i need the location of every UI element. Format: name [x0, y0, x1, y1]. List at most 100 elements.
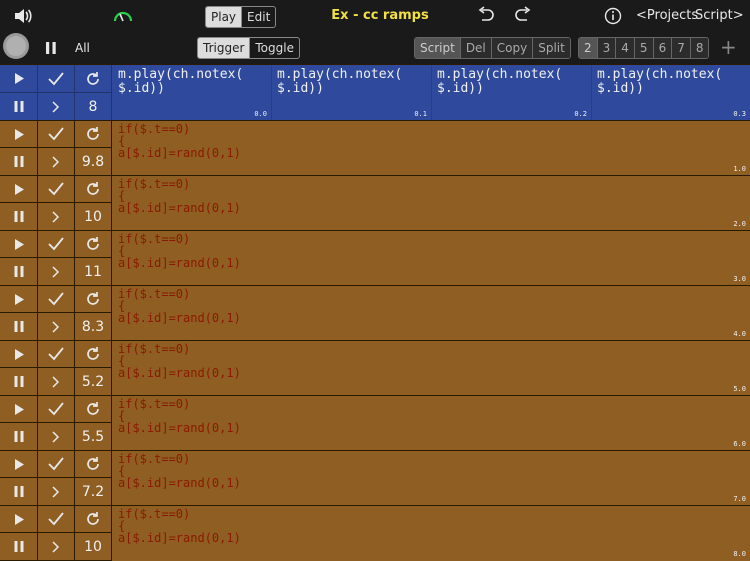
row-value: 7.0 [733, 495, 746, 503]
play-button[interactable] [0, 451, 38, 478]
row-code-cell[interactable]: if($.t==0) { a[$.id]=rand(0,1) 1.0 [112, 121, 750, 176]
trigger-button[interactable]: Trigger [198, 38, 251, 58]
speaker-icon[interactable] [13, 7, 33, 29]
info-icon[interactable] [604, 7, 622, 29]
play-button[interactable] [0, 286, 38, 313]
pause-button[interactable] [0, 368, 38, 396]
undo-icon[interactable] [477, 6, 495, 28]
script-button[interactable]: Script [415, 38, 461, 58]
toggle-button[interactable]: Toggle [250, 38, 299, 58]
row-number: 5.5 [75, 423, 112, 451]
split-button[interactable]: Split [533, 38, 570, 58]
loop-button[interactable] [75, 231, 112, 258]
page-7[interactable]: 7 [672, 38, 691, 58]
script-link[interactable]: Script> [695, 8, 744, 23]
all-label[interactable]: All [75, 41, 90, 55]
header-column-4[interactable]: m.play(ch.notex( $.id)) 0.3 [591, 65, 750, 121]
pause-button[interactable] [0, 203, 38, 231]
play-edit-toggle: Play Edit [205, 6, 277, 28]
play-icon [14, 293, 24, 305]
edit-button[interactable]: Edit [242, 7, 275, 27]
loop-button[interactable] [75, 176, 112, 203]
loop-button[interactable] [75, 506, 112, 533]
row-number: 8.3 [75, 313, 112, 341]
enable-checkbox[interactable] [38, 121, 75, 148]
enable-checkbox[interactable] [38, 506, 75, 533]
header-column-2[interactable]: m.play(ch.notex( $.id)) 0.1 [271, 65, 432, 121]
refresh-icon [87, 512, 99, 525]
gauge-icon[interactable] [113, 8, 133, 27]
header-column-value: 0.3 [733, 110, 746, 118]
row-code-cell[interactable]: if($.t==0) { a[$.id]=rand(0,1) 6.0 [112, 396, 750, 451]
row-code-cell[interactable]: if($.t==0) { a[$.id]=rand(0,1) 7.0 [112, 451, 750, 506]
play-button[interactable] [0, 396, 38, 423]
row-code: if($.t==0) { a[$.id]=rand(0,1) [118, 288, 241, 325]
header-column-1[interactable]: m.play(ch.notex( $.id)) 0.0 [112, 65, 272, 121]
expand-button[interactable] [38, 93, 75, 121]
redo-icon[interactable] [514, 6, 532, 28]
page-6[interactable]: 6 [653, 38, 673, 58]
pause-all-icon[interactable] [44, 40, 58, 59]
play-button[interactable] [0, 176, 38, 203]
play-button[interactable]: Play [206, 7, 243, 27]
play-button[interactable] [0, 231, 38, 258]
pause-button[interactable] [0, 93, 38, 121]
enable-checkbox[interactable] [38, 231, 75, 258]
pause-button[interactable] [0, 478, 38, 506]
pause-button[interactable] [0, 148, 38, 176]
loop-button[interactable] [75, 65, 112, 93]
row-controls: 9.8 [0, 121, 112, 176]
pause-button[interactable] [0, 423, 38, 451]
enable-checkbox[interactable] [38, 396, 75, 423]
script-row: 11 if($.t==0) { a[$.id]=rand(0,1) 3.0 [0, 230, 750, 286]
record-button[interactable] [1, 32, 31, 66]
pause-button[interactable] [0, 533, 38, 561]
pause-button[interactable] [0, 258, 38, 286]
expand-button[interactable] [38, 478, 75, 506]
row-code-cell[interactable]: if($.t==0) { a[$.id]=rand(0,1) 4.0 [112, 286, 750, 341]
expand-button[interactable] [38, 423, 75, 451]
enable-checkbox[interactable] [38, 286, 75, 313]
page-5[interactable]: 5 [634, 38, 654, 58]
page-4[interactable]: 4 [616, 38, 635, 58]
expand-button[interactable] [38, 203, 75, 231]
loop-button[interactable] [75, 396, 112, 423]
play-button[interactable] [0, 65, 38, 93]
expand-button[interactable] [38, 258, 75, 286]
row-code: if($.t==0) { a[$.id]=rand(0,1) [118, 233, 241, 270]
expand-button[interactable] [38, 148, 75, 176]
row-code-cell[interactable]: if($.t==0) { a[$.id]=rand(0,1) 3.0 [112, 231, 750, 286]
enable-checkbox[interactable] [38, 65, 75, 93]
header-column-code: m.play(ch.notex( $.id)) [277, 67, 403, 96]
expand-button[interactable] [38, 313, 75, 341]
page-3[interactable]: 3 [597, 38, 617, 58]
row-code-cell[interactable]: if($.t==0) { a[$.id]=rand(0,1) 8.0 [112, 506, 750, 561]
play-button[interactable] [0, 506, 38, 533]
del-button[interactable]: Del [460, 38, 492, 58]
play-button[interactable] [0, 341, 38, 368]
pause-icon [14, 266, 23, 277]
expand-button[interactable] [38, 368, 75, 396]
secondary-toolbar: All Trigger Toggle Script Del Copy Split… [0, 32, 750, 64]
chevron-right-icon [52, 540, 60, 553]
enable-checkbox[interactable] [38, 451, 75, 478]
loop-button[interactable] [75, 286, 112, 313]
enable-checkbox[interactable] [38, 176, 75, 203]
page-8[interactable]: 8 [690, 38, 709, 58]
expand-button[interactable] [38, 533, 75, 561]
row-code-cell[interactable]: if($.t==0) { a[$.id]=rand(0,1) 5.0 [112, 341, 750, 396]
page-2[interactable]: 2 [579, 38, 598, 58]
enable-checkbox[interactable] [38, 341, 75, 368]
header-column-3[interactable]: m.play(ch.notex( $.id)) 0.2 [431, 65, 592, 121]
loop-button[interactable] [75, 451, 112, 478]
header-column-code: m.play(ch.notex( $.id)) [597, 67, 723, 96]
add-button[interactable]: + [720, 35, 737, 59]
pause-button[interactable] [0, 313, 38, 341]
row-code-cell[interactable]: if($.t==0) { a[$.id]=rand(0,1) 2.0 [112, 176, 750, 231]
loop-button[interactable] [75, 341, 112, 368]
copy-button[interactable]: Copy [491, 38, 534, 58]
projects-link[interactable]: <Projects [636, 8, 698, 23]
row-number: 10 [75, 533, 112, 561]
loop-button[interactable] [75, 121, 112, 148]
play-button[interactable] [0, 121, 38, 148]
